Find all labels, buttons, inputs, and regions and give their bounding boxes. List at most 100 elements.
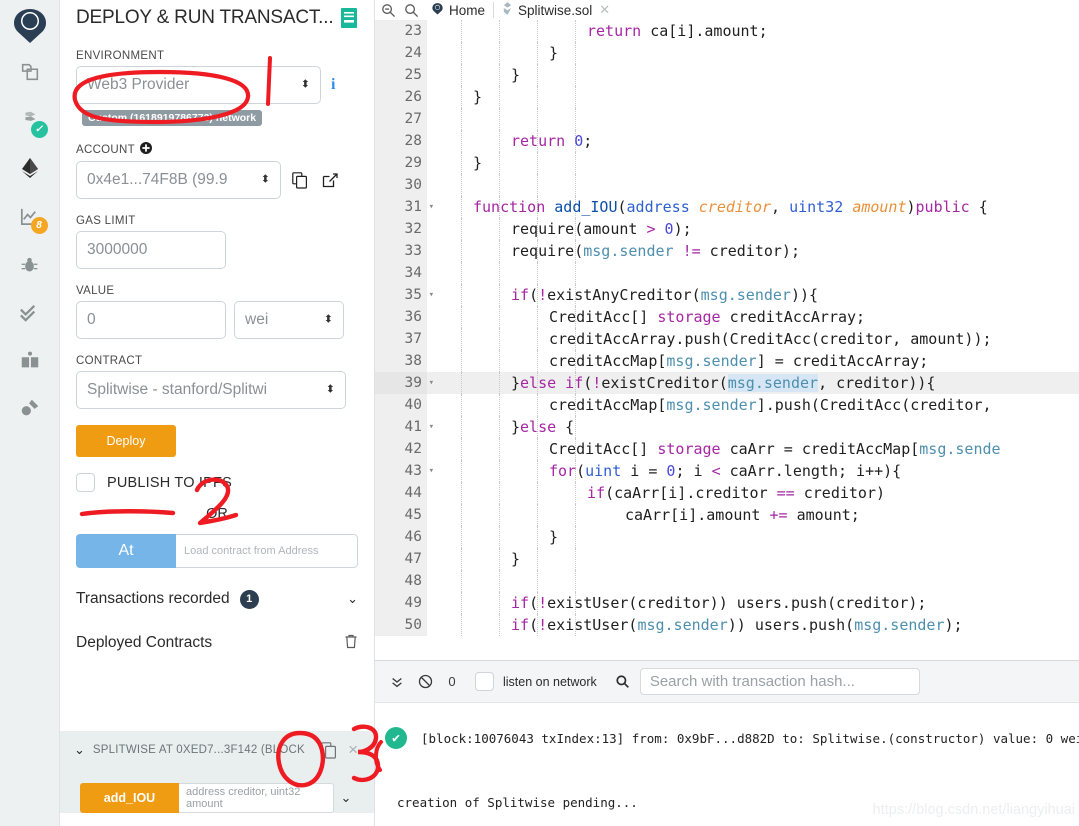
code-line[interactable]: 43 ▾ for(uint i = 0; i < caArr.length; i++… [375,460,1079,482]
code-token: ( [529,616,539,634]
at-address-button[interactable]: At [76,534,176,568]
line-number: 43 ▾ [375,460,434,482]
code-line[interactable]: 36 CreditAcc[] storage creditAccArray; [375,306,1079,328]
code-token: existAnyCreditor( [547,286,701,304]
code-line[interactable]: 44 if(caArr[i].creditor == creditor) [375,482,1079,504]
code-tokens: if(!existUser(creditor)) users.push(cred… [435,594,926,612]
code-line[interactable]: 45 caArr[i].amount += amount; [375,504,1079,526]
line-number: 41 ▾ [375,416,434,438]
line-number: 27 [375,108,427,130]
value-input[interactable]: 0 [76,301,226,339]
plugin-manager-icon[interactable] [10,384,50,432]
compile-success-badge: ✓ [30,121,48,138]
code-line[interactable]: 37 creditAccArray.push(CreditAcc(creditor… [375,328,1079,350]
code-line[interactable]: 29} [375,152,1079,174]
code-token: )){ [790,286,819,304]
search-icon[interactable] [615,674,630,689]
add-account-icon[interactable] [139,142,152,157]
collapse-all-icon[interactable] [383,675,411,689]
code-line[interactable]: 39 ▾}else if(!existCreditor(msg.sender, c… [375,372,1079,394]
code-token: return [587,22,651,40]
indent-guide [575,526,576,548]
code-token: storage [657,308,721,326]
publish-ipfs-checkbox[interactable] [76,473,95,492]
code-editor[interactable]: 23 return ca[i].amount; 24} 25} 26} 27 28 retur… [375,20,1079,660]
code-line[interactable]: 23 return ca[i].amount; [375,20,1079,42]
main-area: Home Splitwise.sol ✕ 23 return ca[i].amou… [375,0,1079,826]
code-line[interactable]: 41 ▾}else { [375,416,1079,438]
chevron-down-icon[interactable]: ⌄ [334,783,358,813]
listen-on-network-label: listen on network [503,674,597,689]
static-analysis-icon[interactable]: 8 [10,192,50,240]
deployed-contract-card: ⌄ SPLITWISE AT 0XED7...3F142 (BLOCK × ad… [60,731,374,813]
zoom-out-icon[interactable] [377,3,400,18]
code-tokens: function add_IOU(address creditor, uint3… [435,198,988,216]
code-line[interactable]: 49 if(!existUser(creditor)) users.push(cr… [375,592,1079,614]
code-line[interactable]: 42 CreditAcc[] storage caArr = creditAccM… [375,438,1079,460]
environment-select[interactable]: Web3 Provider ⬍ [76,66,321,104]
account-select[interactable]: 0x4e1...74F8B (99.9 ⬍ [76,161,281,199]
code-line[interactable]: 38 creditAccMap[msg.sender] = creditAccAr… [375,350,1079,372]
transaction-search-input[interactable]: Search with transaction hash... [639,668,920,695]
terminal-log-row[interactable]: ✔ [block:10076043 txIndex:13] from: 0x9b… [385,727,1079,749]
code-line[interactable]: 34 [375,262,1079,284]
copy-contract-address-icon[interactable] [318,739,340,761]
panel-docs-icon[interactable] [340,8,358,28]
code-token: { [969,198,988,216]
line-number: 30 [375,174,427,196]
code-text: require(msg.sender != creditor); [427,240,1079,262]
code-line[interactable]: 40 creditAccMap[msg.sender].push(CreditAc… [375,394,1079,416]
solidity-compiler-icon[interactable]: ✓ [10,96,50,144]
transactions-recorded-row[interactable]: Transactions recorded 1 ⌄ [76,586,358,612]
value-row: 0 wei ⬍ [76,301,358,339]
code-line[interactable]: 24} [375,42,1079,64]
unit-testing-icon[interactable] [10,288,50,336]
chevron-down-icon[interactable]: ⌄ [347,591,358,607]
code-line[interactable]: 35 ▾ if(!existAnyCreditor(msg.sender)){ [375,284,1079,306]
chevron-down-icon[interactable]: ⌄ [74,742,85,758]
close-icon[interactable]: × [348,740,358,760]
code-token: amount; [787,506,860,524]
code-line[interactable]: 26} [375,86,1079,108]
remix-icon [431,2,444,18]
edit-account-icon[interactable] [319,169,341,191]
file-explorer-icon[interactable] [10,48,50,96]
code-line[interactable]: 46} [375,526,1079,548]
deployed-contract-header[interactable]: ⌄ SPLITWISE AT 0XED7...3F142 (BLOCK × [60,731,374,769]
debugger-bug-icon[interactable] [10,240,50,288]
tab-splitwise-sol[interactable]: Splitwise.sol ✕ [494,0,618,20]
code-line[interactable]: 47} [375,548,1079,570]
success-check-icon: ✔ [385,727,407,749]
code-line[interactable]: 48 [375,570,1079,592]
gas-limit-input[interactable]: 3000000 [76,231,226,269]
listen-on-network-checkbox[interactable] [475,672,494,691]
trash-icon[interactable] [344,634,358,652]
deploy-run-icon[interactable] [10,144,50,192]
copy-account-icon[interactable] [289,169,311,191]
code-line[interactable]: 50 if(!existUser(msg.sender)) users.push(… [375,614,1079,636]
code-token: for [549,462,577,480]
at-address-input[interactable]: Load contract from Address [176,534,358,568]
value-unit-select[interactable]: wei ⬍ [234,301,344,339]
tab-home-label: Home [449,2,486,18]
documentation-book-icon[interactable] [10,336,50,384]
code-line[interactable]: 27 [375,108,1079,130]
environment-info-icon[interactable]: i [329,76,335,94]
zoom-in-icon[interactable] [400,3,423,18]
add-iou-params-input[interactable]: address creditor, uint32 amount [179,783,334,813]
clear-console-icon[interactable] [411,674,439,689]
code-line[interactable]: 30 [375,174,1079,196]
code-line[interactable]: 32 require(amount > 0); [375,218,1079,240]
contract-select[interactable]: Splitwise - stanford/Splitwi ⬍ [76,371,346,409]
code-line[interactable]: 33 require(msg.sender != creditor); [375,240,1079,262]
code-line[interactable]: 31 ▾ function add_IOU(address creditor, ui… [375,196,1079,218]
code-text: } [427,64,1079,86]
deploy-button[interactable]: Deploy [76,425,176,457]
tab-home[interactable]: Home [423,0,493,20]
code-line[interactable]: 28 return 0; [375,130,1079,152]
code-line[interactable]: 25} [375,64,1079,86]
close-icon[interactable]: ✕ [599,2,610,18]
remix-logo-icon[interactable] [8,4,52,48]
code-text: if(!existUser(creditor)) users.push(cred… [427,592,1079,614]
add-iou-button[interactable]: add_IOU [80,783,179,813]
